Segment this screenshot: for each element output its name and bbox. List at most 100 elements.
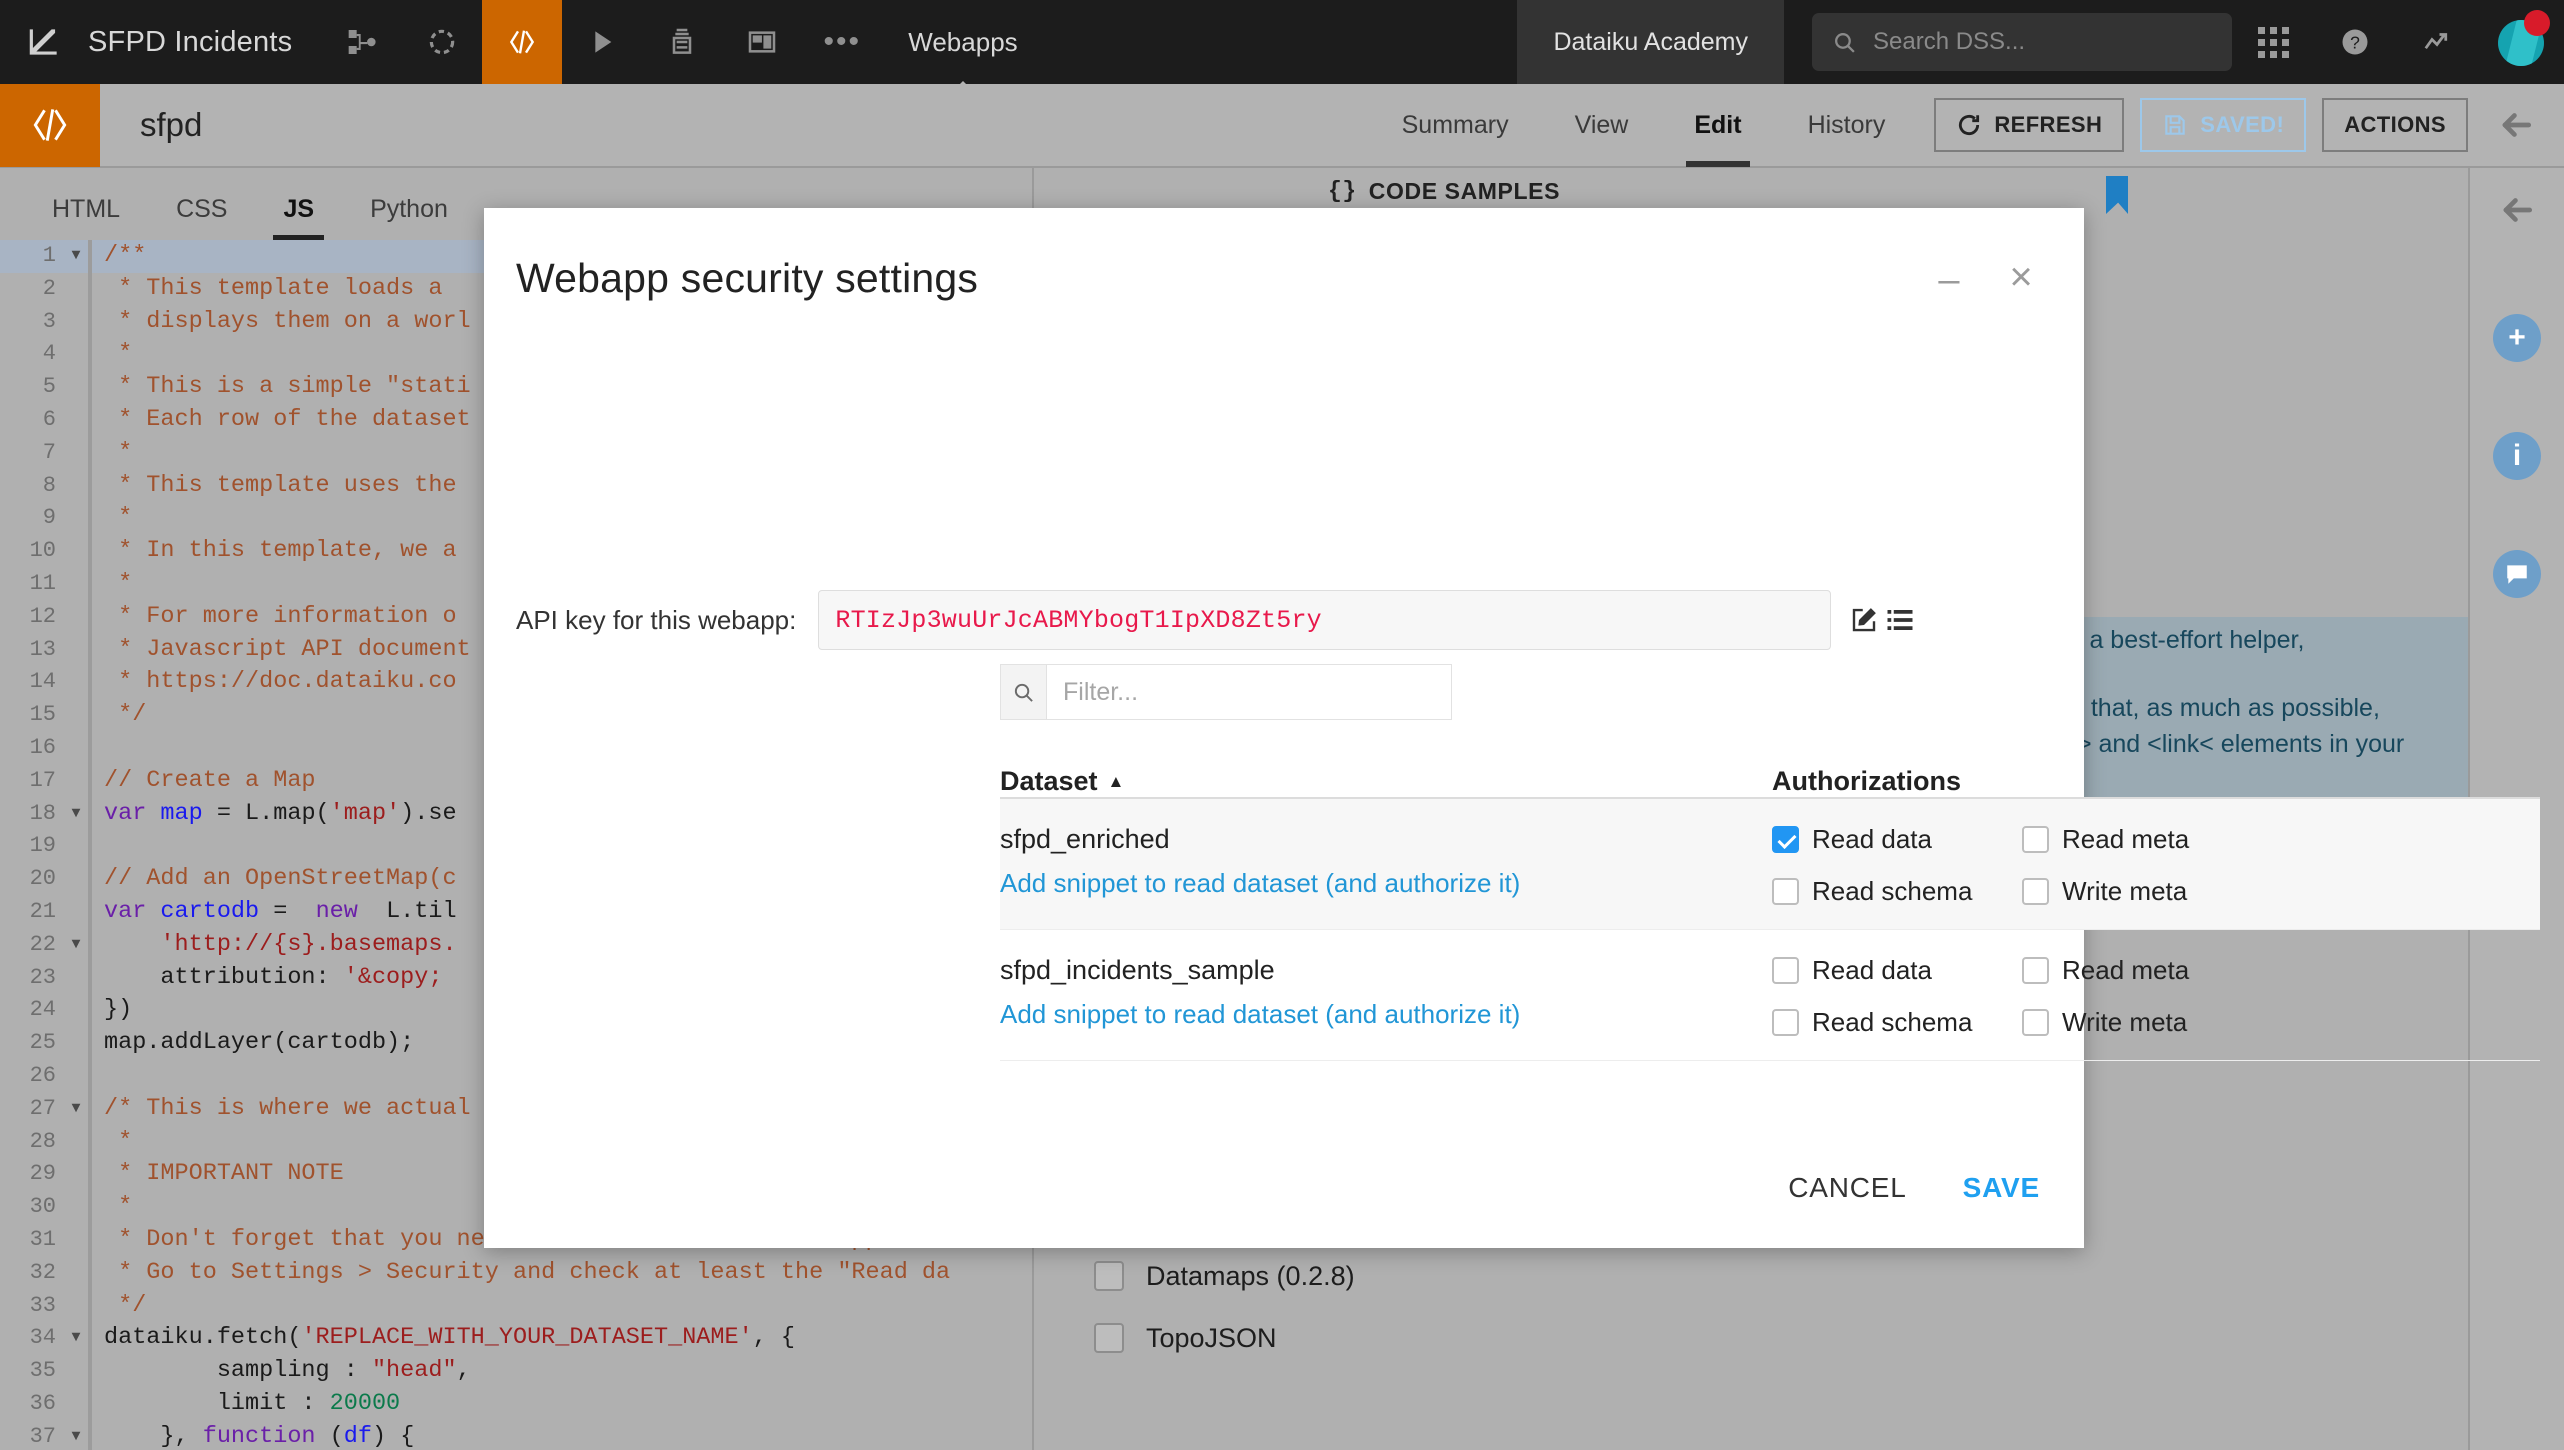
api-key-row: API key for this webapp: RTIzJp3wuUrJcAB…	[516, 590, 1921, 650]
permission-read-data[interactable]: Read data	[1772, 824, 2022, 855]
api-key-field[interactable]: RTIzJp3wuUrJcABMYbogT1IpXD8Zt5ry	[818, 590, 1832, 650]
actions-button[interactable]: ACTIONS	[2322, 98, 2468, 152]
plus-icon[interactable]: +	[2470, 296, 2564, 380]
line-number: 7	[42, 439, 56, 465]
tab-edit[interactable]: Edit	[1661, 83, 1774, 167]
filter-input[interactable]: Filter...	[1047, 665, 1451, 719]
fold-arrow-icon[interactable]: ▼	[64, 1421, 88, 1450]
dataset-authorizations-table: Dataset ▲ Authorizations sfpd_enriched A…	[1000, 743, 2540, 1061]
dataiku-logo-icon[interactable]	[0, 23, 88, 61]
line-number: 17	[29, 767, 56, 793]
flow-icon[interactable]	[322, 0, 402, 84]
dashboards-icon[interactable]	[722, 0, 802, 84]
permission-write-meta[interactable]: Write meta	[2022, 876, 2272, 907]
add-snippet-link[interactable]: Add snippet to read dataset (and authori…	[1000, 999, 1772, 1030]
jobs-icon[interactable]	[642, 0, 722, 84]
fold-arrow-icon[interactable]: ▼	[64, 1322, 88, 1355]
info-line-1: s a best-effort helper,	[2070, 626, 2305, 654]
tab-view[interactable]: View	[1542, 83, 1662, 167]
activity-icon[interactable]	[2396, 27, 2478, 57]
permission-read-meta[interactable]: Read meta	[2022, 955, 2272, 986]
column-header-dataset[interactable]: Dataset ▲	[1000, 766, 1772, 797]
read-meta-checkbox[interactable]	[2022, 826, 2049, 853]
gutter-divider	[88, 600, 92, 634]
permission-read-schema[interactable]: Read schema	[1772, 1007, 2022, 1038]
permission-read-data[interactable]: Read data	[1772, 955, 2022, 986]
fold-arrow-icon[interactable]: ▼	[64, 240, 88, 273]
svg-text:?: ?	[2350, 32, 2360, 52]
line-number: 23	[29, 964, 56, 990]
lab-icon[interactable]	[402, 0, 482, 84]
code-line-text: * This template uses the	[104, 471, 457, 499]
read-data-checkbox[interactable]	[1772, 957, 1799, 984]
read-schema-checkbox[interactable]	[1772, 1009, 1799, 1036]
close-icon[interactable]: ×	[2002, 257, 2040, 297]
table-row: sfpd_incidents_sample Add snippet to rea…	[1000, 930, 2540, 1061]
line-number: 8	[42, 472, 56, 498]
permission-read-meta[interactable]: Read meta	[2022, 824, 2272, 855]
search-input[interactable]: Search DSS...	[1812, 13, 2232, 71]
project-name[interactable]: SFPD Incidents	[88, 26, 322, 59]
write-meta-checkbox[interactable]	[2022, 878, 2049, 905]
read-schema-checkbox[interactable]	[1772, 878, 1799, 905]
permission-write-meta[interactable]: Write meta	[2022, 1007, 2272, 1038]
saved-button[interactable]: SAVED!	[2140, 98, 2307, 152]
code-tab-python[interactable]: Python	[342, 195, 476, 240]
fold-arrow-icon[interactable]: ▼	[64, 929, 88, 962]
code-icon[interactable]	[482, 0, 563, 84]
list-item[interactable]: TopoJSON	[1094, 1307, 1355, 1369]
fold-arrow-icon[interactable]: ▼	[64, 798, 88, 831]
list-item[interactable]: Datamaps (0.2.8)	[1094, 1245, 1355, 1307]
automation-icon[interactable]	[562, 0, 642, 84]
arrow-left-icon[interactable]	[2470, 168, 2564, 252]
read-meta-checkbox[interactable]	[2022, 957, 2049, 984]
section-label[interactable]: Webapps	[908, 27, 1018, 94]
actions-label: ACTIONS	[2344, 112, 2446, 137]
tab-summary[interactable]: Summary	[1369, 83, 1542, 167]
read-data-checkbox[interactable]	[1772, 826, 1799, 853]
cancel-button[interactable]: CANCEL	[1788, 1172, 1906, 1204]
code-tab-html[interactable]: HTML	[24, 195, 148, 240]
line-number: 5	[42, 374, 56, 400]
line-number: 36	[29, 1390, 56, 1416]
info-icon[interactable]: i	[2470, 414, 2564, 498]
write-meta-checkbox[interactable]	[2022, 1009, 2049, 1036]
edit-icon	[1853, 608, 1877, 632]
more-icon[interactable]: •••	[802, 0, 882, 84]
save-button[interactable]: SAVE	[1963, 1172, 2040, 1204]
webapp-security-settings-dialog: Webapp security settings – × API key for…	[484, 208, 2540, 1248]
gutter-divider	[88, 830, 92, 864]
add-snippet-link[interactable]: Add snippet to read dataset (and authori…	[1000, 868, 1772, 899]
code-line-text: * Javascript API document	[104, 635, 471, 663]
top-navigation-bar: SFPD Incidents ••• Webapps Dataiku Acade…	[0, 0, 2564, 94]
help-icon[interactable]: ?	[2314, 27, 2396, 57]
search-icon	[1835, 32, 1855, 53]
tab-history[interactable]: History	[1775, 83, 1919, 167]
library-checkbox[interactable]	[1094, 1323, 1124, 1353]
permission-label: Read schema	[1812, 876, 1973, 906]
line-number: 9	[42, 505, 56, 531]
comment-icon[interactable]	[2470, 532, 2564, 616]
avatar[interactable]	[2478, 0, 2564, 84]
academy-link[interactable]: Dataiku Academy	[1517, 0, 1784, 84]
fold-arrow-icon[interactable]: ▼	[64, 1093, 88, 1126]
authorization-grid: Read data Read meta Read schema Write me…	[1772, 824, 2540, 907]
arrow-left-icon[interactable]	[2468, 83, 2564, 167]
refresh-button[interactable]: REFRESH	[1934, 98, 2125, 152]
library-checkbox[interactable]	[1094, 1261, 1124, 1291]
permission-read-schema[interactable]: Read schema	[1772, 876, 2022, 907]
filter-row[interactable]: Filter...	[1000, 664, 1452, 720]
code-tab-css[interactable]: CSS	[148, 195, 255, 240]
minimize-icon[interactable]: –	[1932, 261, 1966, 304]
gutter-divider	[88, 797, 92, 831]
apps-grid-icon[interactable]	[2232, 26, 2314, 58]
code-tab-js[interactable]: JS	[255, 195, 342, 240]
